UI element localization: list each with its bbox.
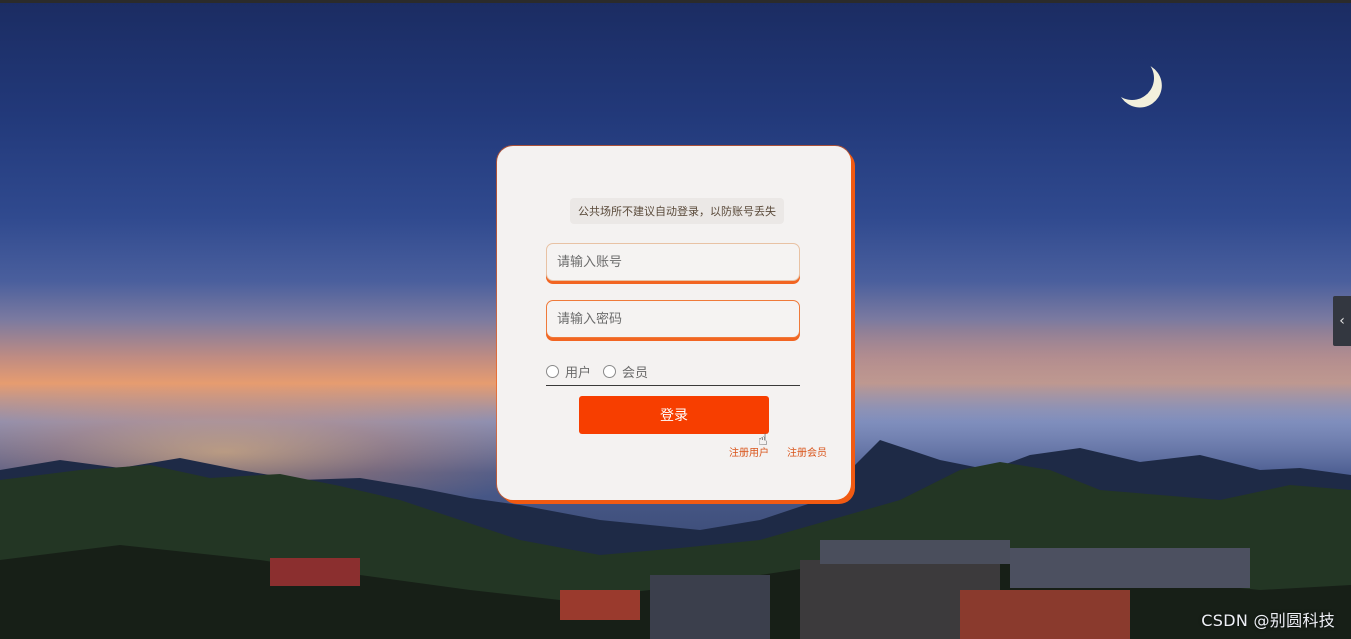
background-scene: 公共场所不建议自动登录，以防账号丢失 用户 会员 登录 注册用户 注册会员 ☝ … (0, 0, 1351, 639)
role-option-label: 会员 (622, 366, 649, 381)
login-card: 公共场所不建议自动登录，以防账号丢失 用户 会员 登录 注册用户 注册会员 (497, 146, 851, 500)
chevron-left-icon: ‹ (1339, 313, 1345, 329)
register-member-link[interactable]: 注册会员 (787, 444, 827, 459)
radio-circle-icon[interactable] (603, 365, 617, 378)
radio-circle-icon[interactable] (546, 365, 559, 378)
role-option-label: 用户 (565, 366, 592, 381)
role-selector: 用户 会员 (546, 358, 800, 386)
role-option-user[interactable]: 用户 (546, 362, 591, 381)
role-option-member[interactable]: 会员 (603, 362, 648, 381)
hand-cursor-icon: ☝ (758, 430, 768, 449)
security-notice: 公共场所不建议自动登录，以防账号丢失 (570, 198, 784, 224)
login-button[interactable]: 登录 (579, 396, 769, 434)
password-input[interactable] (546, 300, 800, 338)
register-links: 注册用户 注册会员 (729, 444, 827, 459)
watermark: CSDN @别圆科技 (1201, 611, 1335, 630)
side-collapse-tab[interactable]: ‹ (1333, 296, 1351, 346)
account-input[interactable] (546, 243, 800, 281)
